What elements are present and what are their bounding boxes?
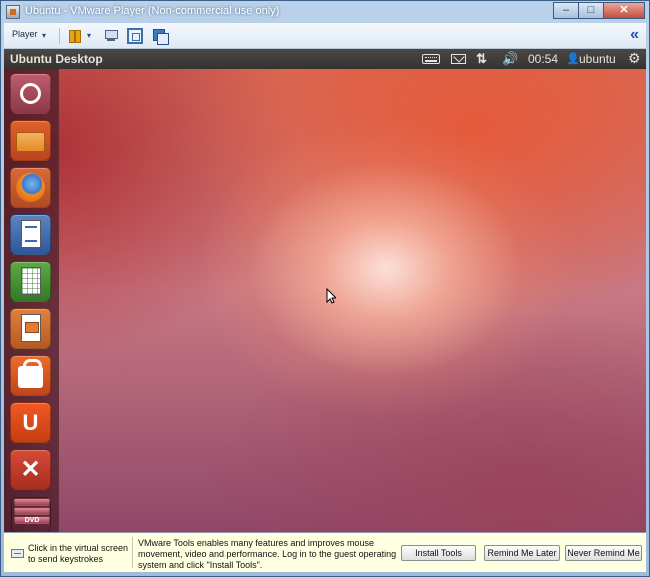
vmware-tools-notification-bar: Click in the virtual screen to send keys…: [4, 532, 646, 572]
ubuntu-one-button[interactable]: U: [10, 402, 51, 443]
volume-indicator-icon[interactable]: 🔊: [502, 51, 518, 67]
toolbar-divider: [59, 28, 60, 44]
removable-devices-icon[interactable]: [103, 28, 119, 44]
software-center-button[interactable]: [10, 355, 51, 396]
ubuntu-logo-icon: [20, 83, 41, 104]
unity-launcher: U ✕ DVD: [4, 69, 59, 532]
remind-me-later-button[interactable]: Remind Me Later: [484, 545, 560, 561]
vmware-toolbar: Player ▾ ▾ «: [4, 23, 646, 49]
window-controls: – □ ✕: [553, 2, 645, 19]
launcher-stack-button[interactable]: DVD: [11, 497, 51, 532]
virtual-machine-screen[interactable]: Ubuntu Desktop ⇅ 🔊 00:54 👤 ubuntu ⚙ U ✕ …: [4, 49, 646, 532]
dvd-stack-icon: DVD: [14, 516, 50, 524]
stack-card-icon: [14, 498, 50, 506]
libreoffice-impress-button[interactable]: [10, 308, 51, 349]
firefox-icon: [16, 173, 45, 202]
ubuntu-one-icon: U: [22, 410, 39, 435]
home-folder-button[interactable]: [10, 120, 51, 161]
libreoffice-writer-button[interactable]: [10, 214, 51, 255]
pause-icon[interactable]: [67, 28, 83, 44]
network-indicator-icon[interactable]: ⇅: [476, 51, 487, 67]
session-menu-gear-icon[interactable]: ⚙: [628, 50, 641, 67]
software-center-icon: [18, 359, 43, 388]
user-menu[interactable]: ubuntu: [579, 52, 616, 66]
stack-card-icon: [14, 507, 50, 515]
player-menu-button[interactable]: Player: [12, 29, 38, 39]
player-menu-chevron-icon[interactable]: ▾: [42, 31, 46, 40]
firefox-button[interactable]: [10, 167, 51, 208]
system-settings-button[interactable]: ✕: [10, 449, 51, 490]
keyboard-indicator-icon[interactable]: [422, 54, 440, 64]
fullscreen-icon[interactable]: [127, 28, 143, 44]
user-icon[interactable]: 👤: [566, 52, 580, 65]
title-bar: Ubuntu - VMware Player (Non-commercial u…: [1, 1, 649, 23]
impress-icon: [21, 314, 41, 342]
calc-icon: [21, 267, 41, 295]
libreoffice-calc-button[interactable]: [10, 261, 51, 302]
messaging-indicator-icon[interactable]: [451, 54, 466, 64]
pause-menu-chevron-icon[interactable]: ▾: [87, 31, 91, 40]
vmware-app-icon: [6, 5, 20, 19]
ubuntu-top-panel: Ubuntu Desktop ⇅ 🔊 00:54 👤 ubuntu ⚙: [4, 49, 646, 69]
close-button[interactable]: ✕: [603, 2, 645, 19]
ubuntu-desktop-background[interactable]: [4, 69, 646, 532]
system-settings-icon: ✕: [20, 456, 41, 483]
mouse-cursor-icon: [326, 288, 336, 304]
dash-home-button[interactable]: [10, 73, 51, 114]
unity-mode-icon[interactable]: [152, 28, 169, 45]
panel-title: Ubuntu Desktop: [10, 52, 103, 66]
minimize-button[interactable]: –: [553, 2, 579, 19]
vmware-tools-message: VMware Tools enables many features and i…: [138, 538, 397, 570]
clock-indicator[interactable]: 00:54: [528, 52, 558, 66]
collapse-toolbar-icon[interactable]: «: [630, 27, 639, 43]
maximize-button[interactable]: □: [578, 2, 604, 19]
notification-divider: [132, 537, 133, 568]
folder-icon: [16, 132, 45, 152]
vmware-player-window: Ubuntu - VMware Player (Non-commercial u…: [0, 0, 650, 577]
never-remind-me-button[interactable]: Never Remind Me: [565, 545, 642, 561]
keyboard-icon: [11, 549, 24, 558]
keystrokes-hint: Click in the virtual screen to send keys…: [28, 543, 129, 564]
writer-icon: [21, 220, 41, 248]
window-title: Ubuntu - VMware Player (Non-commercial u…: [25, 5, 280, 17]
install-tools-button[interactable]: Install Tools: [401, 545, 476, 561]
